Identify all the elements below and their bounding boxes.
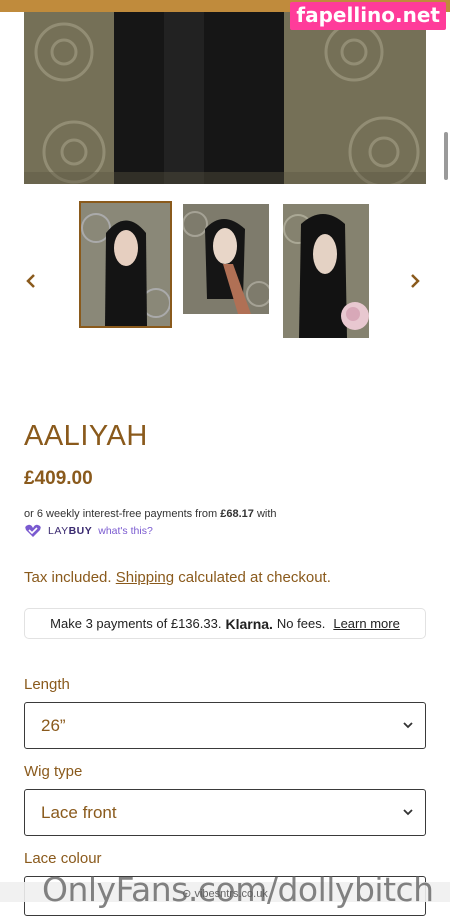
laybuy-amount: £68.17 [220,508,254,520]
wig-thumb-2 [183,204,269,314]
tax-prefix: Tax included. [24,569,112,586]
gallery-thumb-3[interactable] [283,204,369,338]
gallery-thumb-1[interactable] [79,201,172,328]
klarna-logo: Klarna. [225,615,273,632]
lace-colour-label: Lace colour [24,850,102,867]
chevron-left-icon [26,274,35,288]
wig-photo [24,12,426,184]
laybuy-prefix: or 6 weekly interest-free payments from [24,508,218,520]
wig-type-value: Lace front [41,802,117,822]
gallery-thumb-2[interactable] [183,204,269,314]
laybuy-suffix: with [256,508,277,520]
wig-thumb-3 [283,204,369,338]
length-label: Length [24,676,70,693]
laybuy-heart-icon [25,524,41,537]
laybuy-logo: LAYBUY [48,525,93,537]
klarna-text: Make 3 payments of £136.33. [50,616,222,631]
laybuy-whats-this-link[interactable]: what's this? [98,525,153,537]
laybuy-row: LAYBUY what's this? [24,523,153,539]
wig-thumb-1 [81,203,170,326]
klarna-fees: No fees. [276,616,326,631]
tax-suffix: calculated at checkout. [178,569,331,586]
watermark-top: fapellino.net [290,2,446,30]
gallery-next-button[interactable] [406,272,424,290]
chevron-down-icon [403,722,413,729]
wig-type-select[interactable]: Lace front [24,789,426,836]
product-price: £409.00 [24,468,93,489]
laybuy-info: or 6 weekly interest-free payments from … [24,508,277,520]
shipping-link[interactable]: Shipping [116,569,174,586]
klarna-banner: Make 3 payments of £136.33. Klarna. No f… [24,608,426,639]
klarna-learn-more-link[interactable]: Learn more [333,616,399,631]
wig-type-label: Wig type [24,763,83,780]
chevron-right-icon [411,274,420,288]
gallery-prev-button[interactable] [22,272,40,290]
length-select[interactable]: 26” [24,702,426,749]
product-title: AALIYAH [24,420,148,452]
tax-note: Tax included. Shipping calculated at che… [24,569,331,586]
length-value: 26” [41,715,66,735]
watermark-bottom: OnlyFans.com/dollybitch [42,870,434,909]
scrollbar[interactable] [444,132,448,180]
chevron-down-icon [403,809,413,816]
main-product-image[interactable] [24,12,426,184]
